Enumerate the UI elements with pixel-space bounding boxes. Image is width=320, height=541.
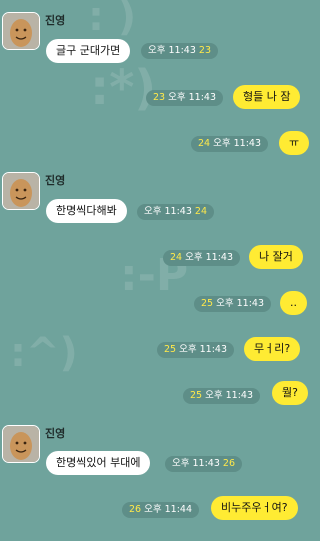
message-text: 한명씩다해봐: [56, 204, 117, 217]
message-bubble-outgoing[interactable]: ..: [280, 291, 307, 315]
message-time: 오후 11:43: [148, 45, 196, 56]
message-meta: 25 오후 11:43: [183, 388, 261, 404]
message-meta: 오후 11:43 24: [137, 204, 215, 220]
unread-count: 23: [153, 92, 166, 103]
message-text: 비누주우ㅓ여?: [221, 501, 288, 514]
avatar[interactable]: [2, 425, 40, 463]
message-time: 오후 11:43: [185, 252, 234, 263]
unread-count: 25: [164, 344, 177, 355]
message-meta: 26 오후 11:44: [122, 502, 200, 518]
message-text: 나 잘거: [259, 250, 293, 263]
message-text: ㅠ: [289, 136, 300, 149]
message-time: 오후 11:43: [144, 206, 192, 217]
message-meta: 24 오후 11:43: [163, 250, 241, 266]
message-bubble-outgoing[interactable]: 무ㅓ리?: [244, 337, 301, 361]
message-text: 뭘?: [282, 386, 298, 399]
message-time: 오후 11:43: [179, 344, 228, 355]
egg-face-avatar-icon: [3, 426, 39, 462]
message-meta: 25 오후 11:43: [194, 296, 272, 312]
message-bubble-outgoing[interactable]: 나 잘거: [249, 245, 303, 269]
unread-count: 26: [222, 458, 236, 469]
unread-count: 25: [201, 298, 214, 309]
message-time: 오후 11:43: [216, 298, 265, 309]
avatar[interactable]: [2, 12, 40, 50]
message-bubble-outgoing[interactable]: 형들 나 잠: [233, 85, 301, 109]
unread-count: 23: [198, 45, 212, 56]
sender-name: 진영: [45, 14, 66, 27]
unread-count: 24: [198, 138, 211, 149]
message-time: 오후 11:43: [205, 390, 254, 401]
message-meta: 24 오후 11:43: [191, 136, 269, 152]
message-time: 오후 11:43: [168, 92, 217, 103]
message-text: 형들 나 잠: [243, 90, 291, 103]
background-decoration: : ): [88, 0, 137, 40]
background-decoration: :^): [10, 330, 78, 376]
message-meta: 25 오후 11:43: [157, 342, 235, 358]
unread-count: 26: [129, 504, 142, 515]
message-bubble-outgoing[interactable]: ㅠ: [279, 131, 310, 155]
sender-name: 진영: [45, 174, 66, 187]
avatar[interactable]: [2, 172, 40, 210]
egg-face-avatar-icon: [3, 13, 39, 49]
unread-count: 24: [170, 252, 183, 263]
unread-count: 24: [194, 206, 208, 217]
sender-name: 진영: [45, 427, 66, 440]
message-text: 무ㅓ리?: [254, 342, 291, 355]
message-text: 글구 군대가면: [56, 44, 121, 57]
message-text: ..: [290, 296, 297, 309]
message-bubble-incoming[interactable]: 한명씩다해봐: [46, 199, 127, 223]
message-bubble-outgoing[interactable]: 뭘?: [272, 381, 308, 405]
message-text: 한명씩있어 부대에: [56, 456, 141, 469]
egg-face-avatar-icon: [3, 173, 39, 209]
background-decoration: :*): [90, 60, 157, 116]
message-bubble-incoming[interactable]: 한명씩있어 부대에: [46, 451, 151, 475]
message-meta: 23 오후 11:43: [146, 90, 224, 106]
unread-count: 25: [190, 390, 203, 401]
message-bubble-outgoing[interactable]: 비누주우ㅓ여?: [211, 496, 298, 520]
message-bubble-incoming[interactable]: 글구 군대가면: [46, 39, 131, 63]
message-time: 오후 11:43: [213, 138, 262, 149]
message-time: 오후 11:44: [144, 504, 193, 515]
message-meta: 오후 11:43 23: [141, 43, 219, 59]
message-meta: 오후 11:43 26: [165, 456, 243, 472]
message-time: 오후 11:43: [172, 458, 220, 469]
